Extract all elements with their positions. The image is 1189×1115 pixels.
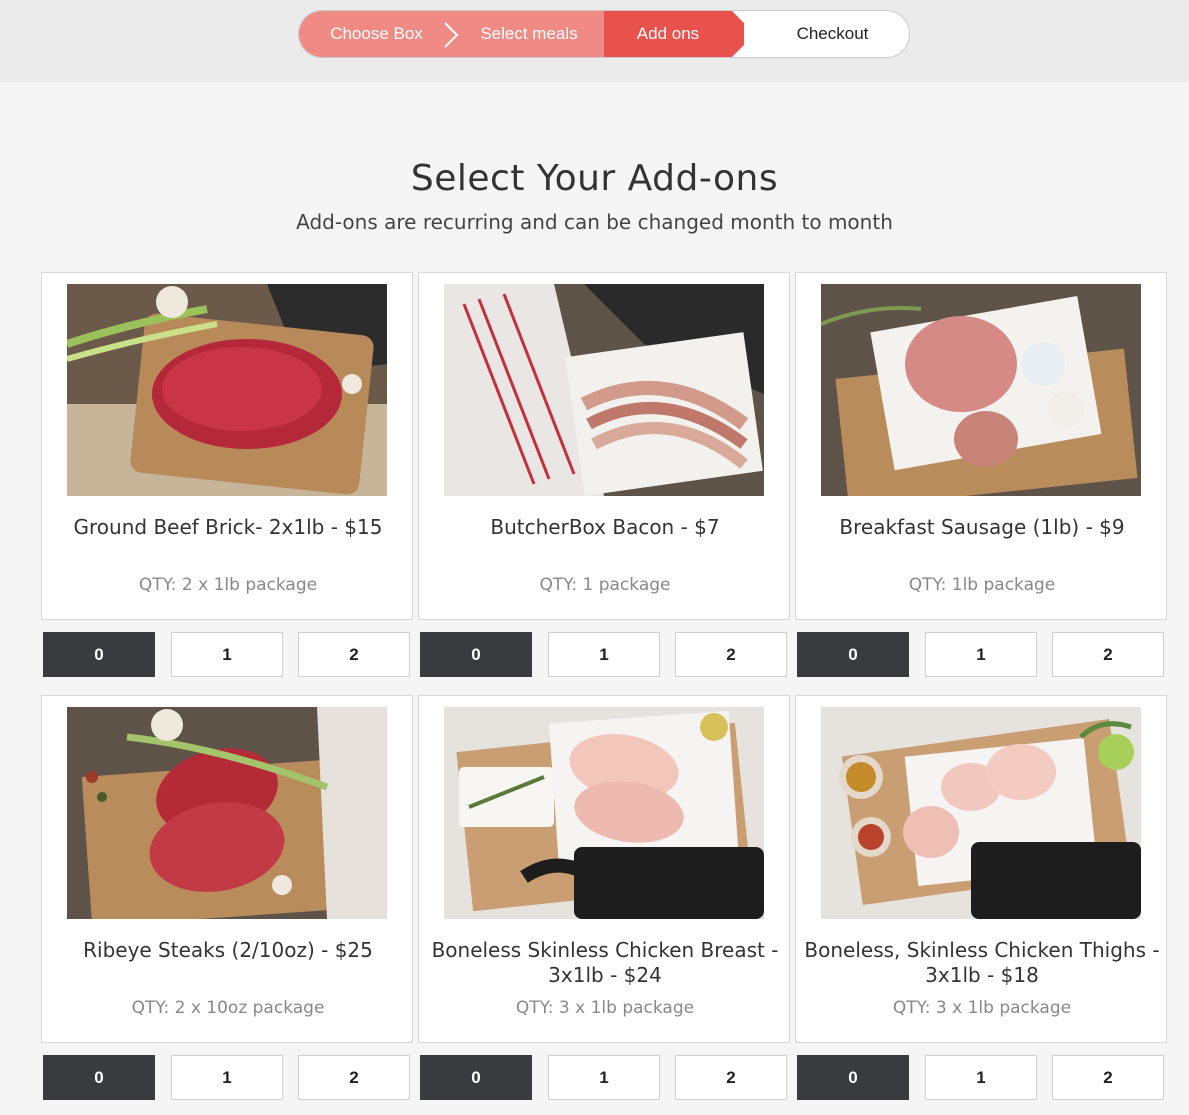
product-card-sausage: Breakfast Sausage (1lb) - $9 QTY: 1lb pa… [795, 272, 1167, 620]
product-name: Boneless, Skinless Chicken Thighs - 3x1l… [804, 938, 1160, 987]
qty-button-0[interactable]: 0 [797, 1055, 909, 1100]
qty-button-1[interactable]: 1 [548, 1055, 660, 1100]
ribeye-image [67, 707, 387, 919]
qty-button-2[interactable]: 2 [675, 632, 787, 677]
product-qty: QTY: 2 x 10oz package [131, 998, 325, 1018]
product-name: Ground Beef Brick- 2x1lb - $15 [73, 515, 383, 539]
qty-button-1[interactable]: 1 [548, 632, 660, 677]
product-qty: QTY: 3 x 1lb package [515, 998, 695, 1018]
chevron-right-icon [444, 22, 459, 48]
step-select-meals[interactable]: Select meals [454, 11, 604, 57]
progress-steps: Choose Box Select meals Add ons Checkout [298, 10, 910, 58]
product-card-chicken-breast: Boneless Skinless Chicken Breast - 3x1lb… [418, 695, 790, 1043]
qty-button-2[interactable]: 2 [1052, 632, 1164, 677]
qty-button-1[interactable]: 1 [171, 1055, 283, 1100]
step-label: Select meals [480, 24, 578, 43]
page-title: Select Your Add-ons [410, 158, 779, 199]
product-qty: QTY: 1 package [539, 575, 671, 595]
chicken-thighs-image [821, 707, 1141, 919]
product-name: Breakfast Sausage (1lb) - $9 [839, 515, 1125, 539]
step-choose-box[interactable]: Choose Box [299, 11, 454, 57]
qty-button-2[interactable]: 2 [1052, 1055, 1164, 1100]
qty-button-0[interactable]: 0 [420, 1055, 532, 1100]
sausage-image [821, 284, 1141, 496]
product-card-ribeye: Ribeye Steaks (2/10oz) - $25 QTY: 2 x 10… [41, 695, 413, 1043]
qty-button-2[interactable]: 2 [298, 632, 410, 677]
qty-button-1[interactable]: 1 [171, 632, 283, 677]
step-add-ons[interactable]: Add ons [604, 11, 732, 57]
product-name: Boneless Skinless Chicken Breast - 3x1lb… [431, 938, 779, 987]
qty-button-0[interactable]: 0 [43, 1055, 155, 1100]
page-subtitle: Add-ons are recurring and can be changed… [296, 210, 893, 234]
product-card-chicken-thighs: Boneless, Skinless Chicken Thighs - 3x1l… [795, 695, 1167, 1043]
bacon-image [444, 284, 764, 496]
step-label: Choose Box [330, 24, 423, 43]
step-checkout[interactable]: Checkout [744, 11, 909, 57]
qty-button-1[interactable]: 1 [925, 1055, 1037, 1100]
step-label: Add ons [636, 24, 700, 43]
qty-button-0[interactable]: 0 [43, 632, 155, 677]
qty-button-0[interactable]: 0 [420, 632, 532, 677]
product-qty: QTY: 1lb package [908, 575, 1056, 595]
product-name: Ribeye Steaks (2/10oz) - $25 [83, 938, 373, 962]
product-qty: QTY: 3 x 1lb package [892, 998, 1072, 1018]
qty-button-2[interactable]: 2 [675, 1055, 787, 1100]
qty-button-0[interactable]: 0 [797, 632, 909, 677]
product-qty: QTY: 2 x 1lb package [138, 575, 318, 595]
product-card-ground-beef: Ground Beef Brick- 2x1lb - $15 QTY: 2 x … [41, 272, 413, 620]
chicken-breast-image [444, 707, 764, 919]
qty-button-2[interactable]: 2 [298, 1055, 410, 1100]
step-label: Checkout [796, 24, 869, 43]
ground-beef-image [67, 284, 387, 496]
qty-button-1[interactable]: 1 [925, 632, 1037, 677]
product-name: ButcherBox Bacon - $7 [490, 515, 720, 539]
product-card-bacon: ButcherBox Bacon - $7 QTY: 1 package [418, 272, 790, 620]
